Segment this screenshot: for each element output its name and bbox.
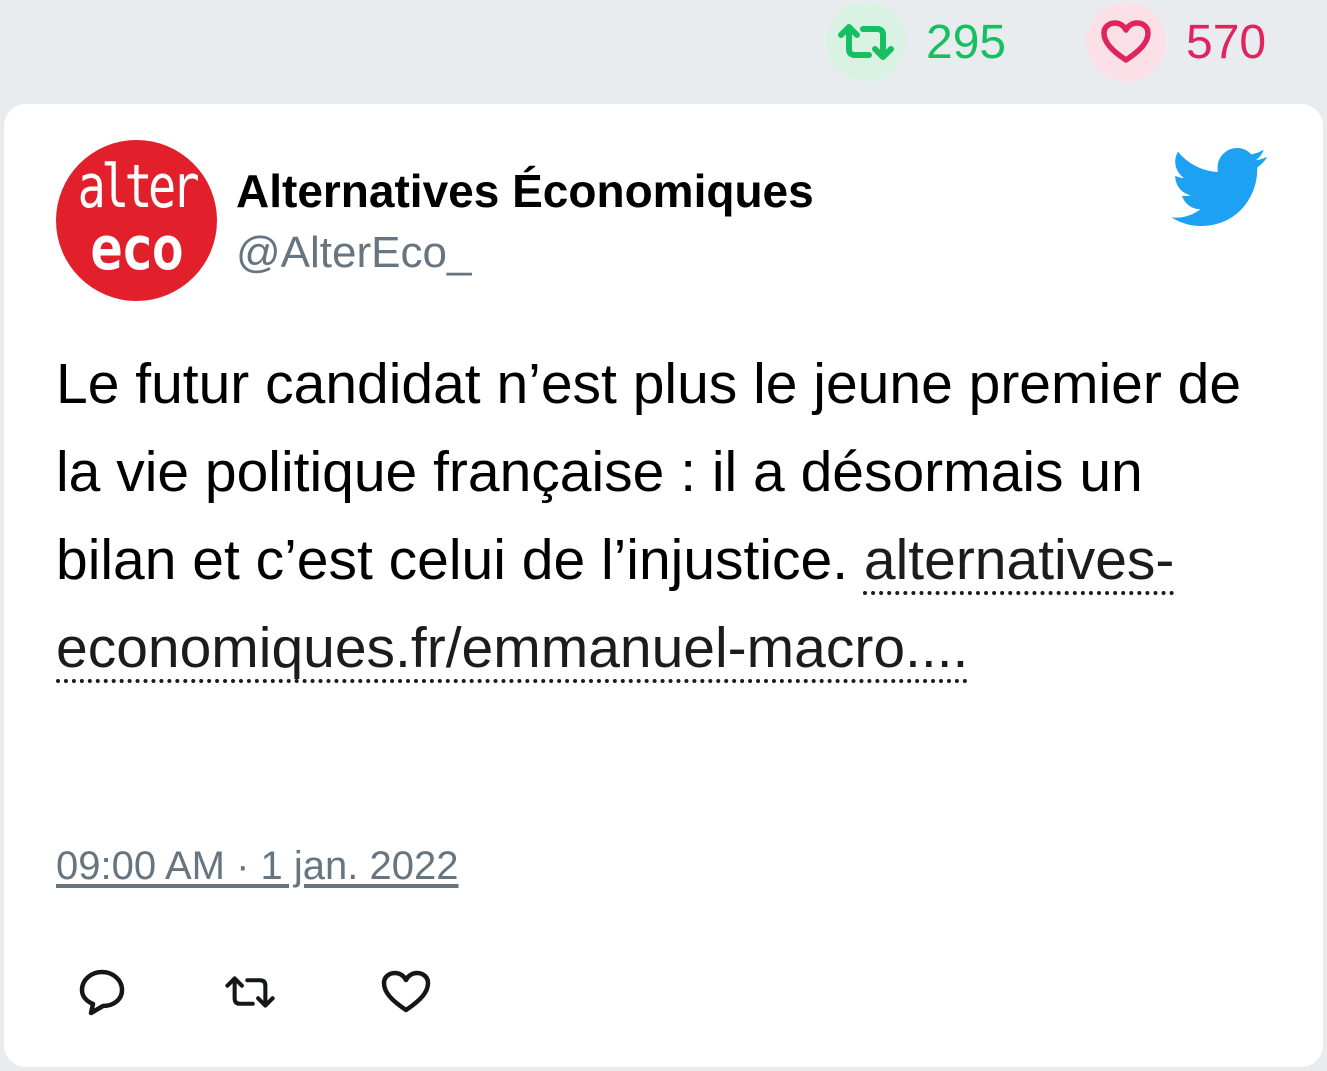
avatar-logo-text: alter	[77, 151, 200, 222]
tweet-timestamp[interactable]: 09:00 AM · 1 jan. 2022	[56, 844, 459, 889]
retweet-count: 295	[926, 15, 1007, 69]
engagement-stats: 295 570	[0, 0, 1327, 100]
heart-action-icon	[381, 970, 431, 1013]
reply-button[interactable]	[74, 964, 130, 1020]
like-button[interactable]	[378, 964, 434, 1020]
author-display-name[interactable]: Alternatives Économiques	[236, 164, 814, 218]
reply-icon	[79, 969, 125, 1016]
avatar[interactable]: alter eco	[56, 140, 217, 301]
retweet-action-icon	[225, 976, 275, 1008]
tweet-card: alter eco Alternatives Économiques @Alte…	[4, 104, 1323, 1067]
retweet-button[interactable]	[222, 964, 278, 1020]
avatar-logo-text-2: eco	[90, 213, 184, 284]
like-count: 570	[1186, 15, 1267, 69]
retweet-icon	[826, 2, 906, 82]
like-stat[interactable]: 570	[1086, 2, 1266, 82]
heart-icon	[1086, 2, 1166, 82]
tweet-text: Le futur candidat n’est plus le jeune pr…	[56, 340, 1276, 692]
retweet-stat[interactable]: 295	[826, 2, 1006, 82]
twitter-bird-icon[interactable]	[1171, 148, 1268, 228]
author-handle[interactable]: @AlterEco_	[236, 228, 471, 278]
